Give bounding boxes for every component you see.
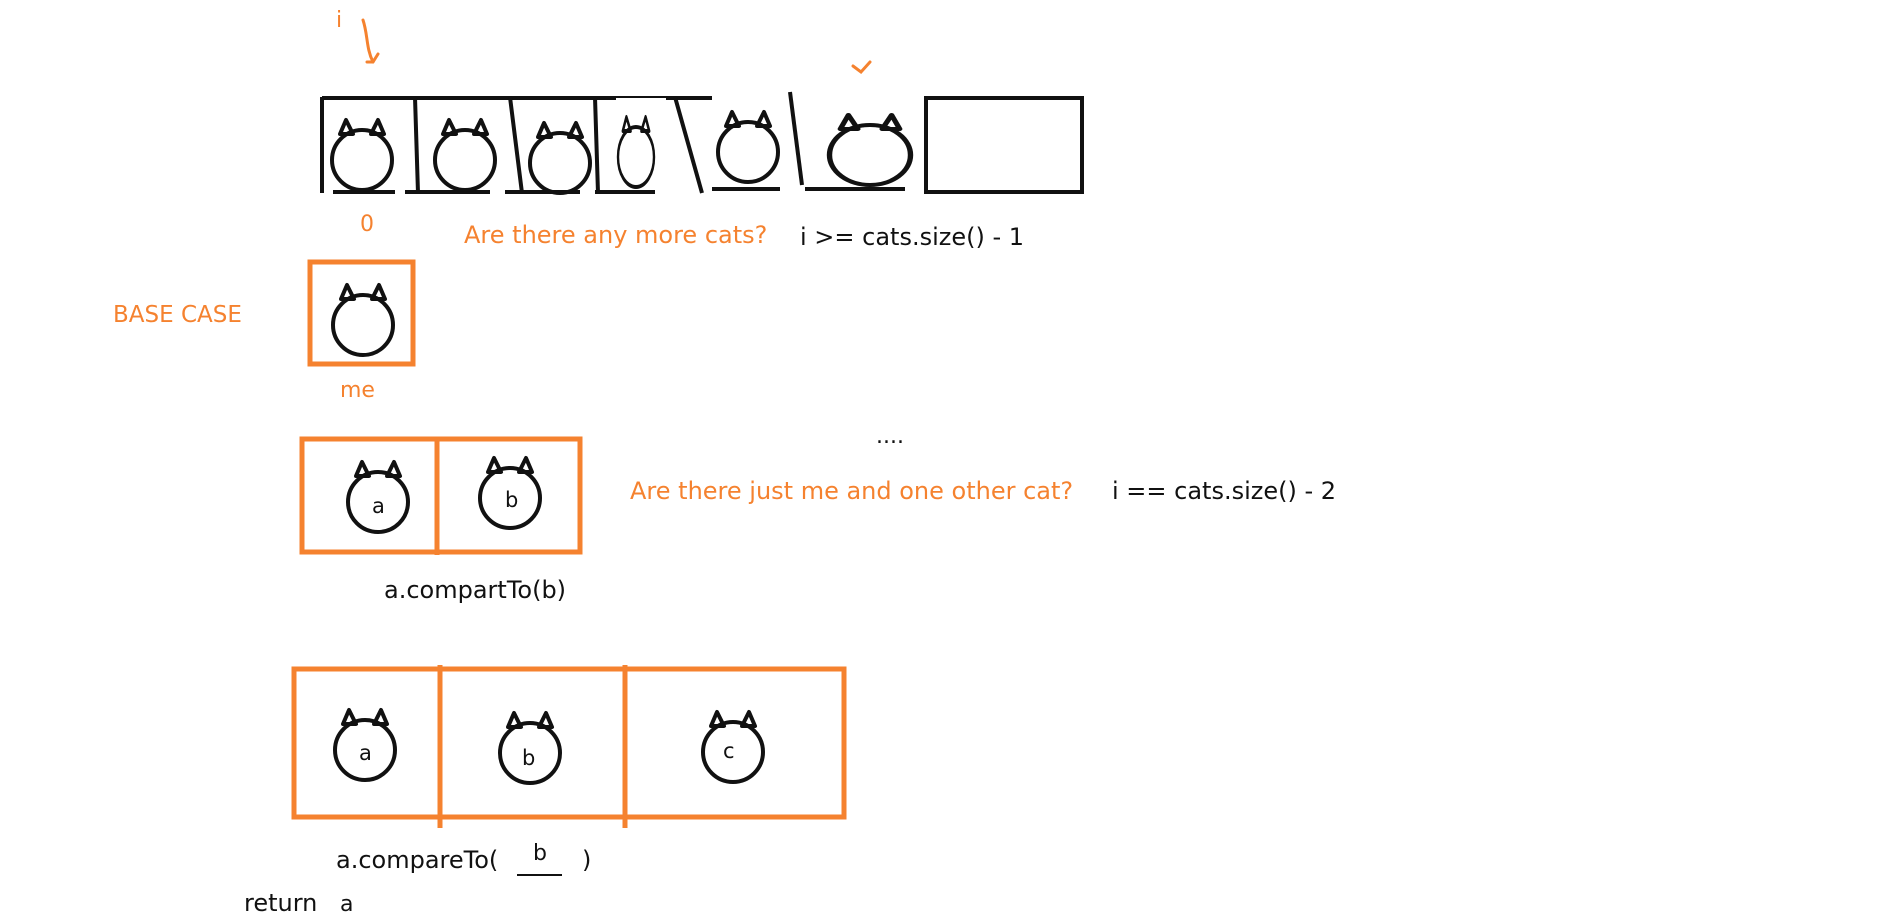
base-case-label: BASE CASE xyxy=(113,302,242,328)
two-cats-question: Are there just me and one other cat? xyxy=(630,477,1074,505)
compare-call-blank-value: b xyxy=(533,841,547,866)
more-cats-condition: i >= cats.size() - 1 xyxy=(800,223,1025,251)
cat-c-label-three: c xyxy=(723,739,735,763)
two-cats-call: a.compartTo(b) xyxy=(384,576,567,604)
base-case-box xyxy=(307,259,416,367)
more-cats-question: Are there any more cats? xyxy=(464,221,768,249)
index-arrow xyxy=(361,18,380,64)
me-label: me xyxy=(340,378,375,403)
compare-call-prefix: a.compareTo( xyxy=(336,846,499,874)
two-cats-condition: i == cats.size() - 2 xyxy=(1112,477,1337,505)
base-case-cat xyxy=(331,283,395,357)
cat-a-label-two: a xyxy=(372,494,385,518)
pointer-tick-mark xyxy=(851,60,872,75)
drawing-layer xyxy=(291,18,1084,876)
whiteboard-canvas: i 0 Are there any more cats? i >= cats.s… xyxy=(0,0,1887,918)
cat-b-label-two: b xyxy=(505,488,519,512)
index-zero-label: 0 xyxy=(360,212,374,237)
index-label: i xyxy=(336,8,343,33)
return-value: a xyxy=(340,892,354,917)
cat-array-row xyxy=(320,91,1084,194)
cat-b-label-three: b xyxy=(522,746,536,770)
cat-a-label-three: a xyxy=(359,741,372,765)
return-keyword: return xyxy=(244,889,318,917)
compare-call-suffix: ) xyxy=(582,846,592,874)
ellipsis: .... xyxy=(876,424,904,449)
